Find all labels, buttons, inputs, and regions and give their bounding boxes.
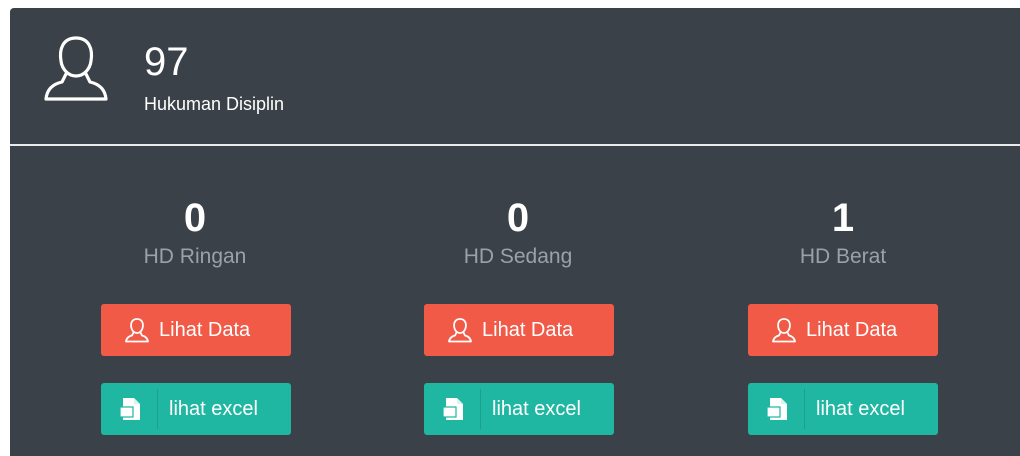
user-icon xyxy=(448,318,472,343)
button-label: lihat excel xyxy=(492,398,581,420)
stat-label: HD Berat xyxy=(799,245,887,268)
stat-hd-sedang: 0 HD Sedang xyxy=(423,198,613,270)
button-divider xyxy=(480,389,481,429)
lihat-data-button-sedang[interactable]: Lihat Data xyxy=(424,304,614,356)
stat-hd-berat: 1 HD Berat xyxy=(748,198,938,270)
user-icon xyxy=(125,318,149,343)
total-count: 97 xyxy=(144,40,189,84)
stat-value: 0 xyxy=(506,196,530,240)
button-divider xyxy=(157,389,158,429)
button-label: Lihat Data xyxy=(159,319,251,341)
button-label: lihat excel xyxy=(816,398,905,420)
stat-value: 0 xyxy=(183,196,207,240)
discipline-panel: 97 Hukuman Disiplin 0 HD Ringan Lihat Da… xyxy=(10,8,1020,456)
lihat-data-button-ringan[interactable]: Lihat Data xyxy=(101,304,291,356)
lihat-excel-button-ringan[interactable]: lihat excel xyxy=(101,383,291,435)
file-excel-icon xyxy=(442,398,463,420)
file-excel-icon xyxy=(119,398,140,420)
lihat-excel-button-sedang[interactable]: lihat excel xyxy=(424,383,614,435)
stat-label: HD Ringan xyxy=(143,245,247,268)
total-label: Hukuman Disiplin xyxy=(144,94,285,114)
stat-value: 1 xyxy=(831,196,855,240)
button-label: Lihat Data xyxy=(482,319,574,341)
lihat-data-button-berat[interactable]: Lihat Data xyxy=(748,304,938,356)
stat-label: HD Sedang xyxy=(463,245,573,268)
user-icon xyxy=(772,318,796,343)
stat-hd-ringan: 0 HD Ringan xyxy=(100,198,290,270)
panel-header: 97 Hukuman Disiplin xyxy=(10,8,1020,146)
button-divider xyxy=(804,389,805,429)
button-label: Lihat Data xyxy=(806,319,898,341)
file-excel-icon xyxy=(766,398,787,420)
button-label: lihat excel xyxy=(169,398,258,420)
lihat-excel-button-berat[interactable]: lihat excel xyxy=(748,383,938,435)
user-icon xyxy=(44,36,108,101)
